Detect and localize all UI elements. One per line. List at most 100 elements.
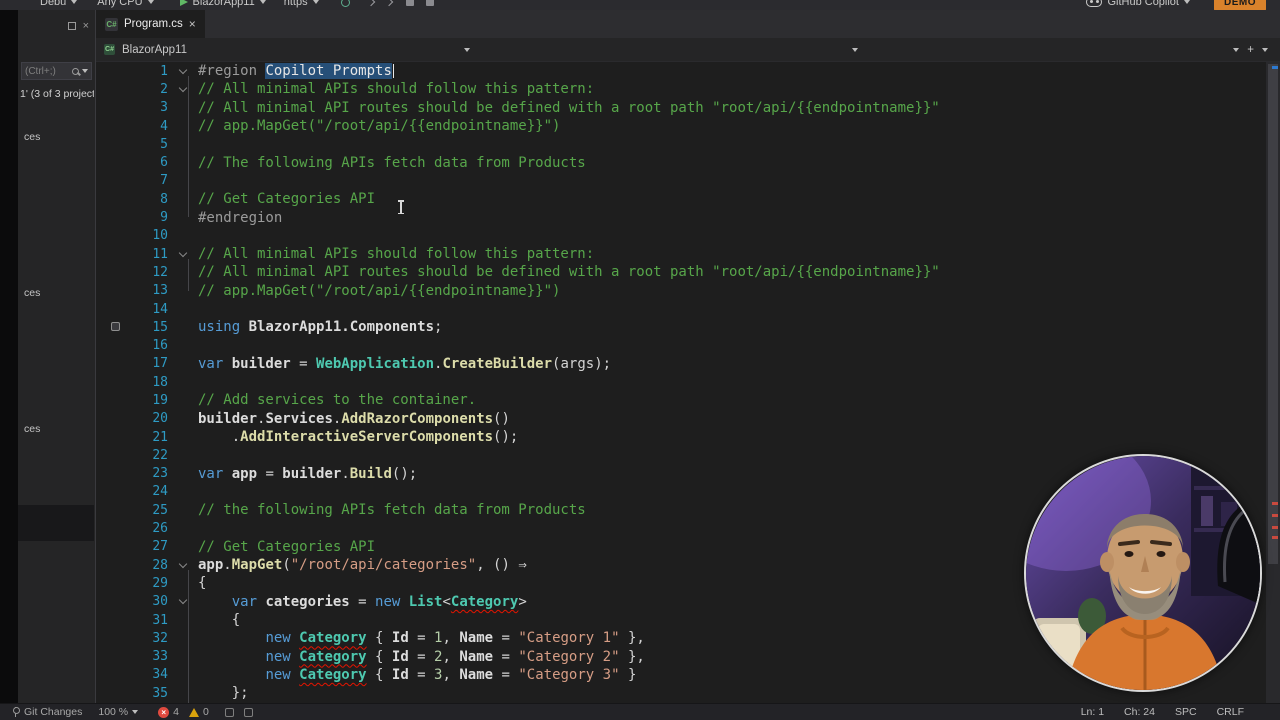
- line-number[interactable]: 19: [96, 393, 168, 408]
- code-line[interactable]: 1 #region Copilot Prompts: [96, 62, 1280, 80]
- type-dropdown[interactable]: [478, 38, 866, 61]
- eol-indicator[interactable]: CRLF: [1217, 706, 1244, 718]
- code-line[interactable]: 11 // All minimal APIs should follow this…: [96, 245, 1280, 263]
- code-line[interactable]: 7: [96, 172, 1280, 190]
- code-line[interactable]: 19 // Add services to the container.: [96, 391, 1280, 409]
- code-line[interactable]: 15 using BlazorApp11.Components;: [96, 318, 1280, 336]
- line-number[interactable]: 31: [96, 613, 168, 628]
- fold-chevron-icon[interactable]: [178, 65, 188, 74]
- line-number[interactable]: 16: [96, 338, 168, 353]
- demo-button[interactable]: DEMO: [1214, 0, 1266, 10]
- code-line[interactable]: 5: [96, 135, 1280, 153]
- code-line[interactable]: 3 // All minimal API routes should be def…: [96, 99, 1280, 117]
- line-number[interactable]: 23: [96, 466, 168, 481]
- github-copilot-button[interactable]: GitHub Copilot: [1086, 0, 1190, 8]
- code-line[interactable]: 35 };: [96, 684, 1280, 702]
- platform-dropdown[interactable]: Any CPU: [97, 0, 154, 8]
- line-number[interactable]: 7: [96, 173, 168, 188]
- line-number[interactable]: 14: [96, 302, 168, 317]
- line-number[interactable]: 30: [96, 594, 168, 609]
- code-line[interactable]: 21 .AddInteractiveServerComponents();: [96, 428, 1280, 446]
- line-number[interactable]: 17: [96, 356, 168, 371]
- tree-item[interactable]: ces: [24, 131, 40, 143]
- error-summary[interactable]: × 4: [158, 706, 179, 718]
- warning-summary[interactable]: 0: [189, 706, 209, 718]
- line-number[interactable]: 27: [96, 539, 168, 554]
- indent-indicator[interactable]: SPC: [1175, 706, 1197, 718]
- gutter-indicator-icon[interactable]: [111, 322, 120, 332]
- scrollbar-thumb[interactable]: [1268, 64, 1278, 564]
- add-view-icon[interactable]: +: [1247, 44, 1254, 56]
- pin-window-icon[interactable]: [67, 22, 76, 30]
- vertical-scrollbar[interactable]: [1266, 62, 1280, 703]
- code-line[interactable]: 4 // app.MapGet("/root/api/{{endpointname…: [96, 117, 1280, 135]
- fold-chevron-icon[interactable]: [178, 559, 188, 568]
- solution-search-input[interactable]: (Ctrl+;): [21, 62, 92, 80]
- code-line[interactable]: 10: [96, 227, 1280, 245]
- line-number[interactable]: 20: [96, 411, 168, 426]
- code-line[interactable]: 6 // The following APIs fetch data from P…: [96, 153, 1280, 171]
- member-dropdown[interactable]: [866, 38, 1247, 61]
- line-number[interactable]: 28: [96, 558, 168, 573]
- chevron-down-icon[interactable]: [1262, 47, 1268, 52]
- tree-item[interactable]: ces: [24, 423, 40, 435]
- line-number[interactable]: 35: [96, 686, 168, 701]
- code-line[interactable]: 13 // app.MapGet("/root/api/{{endpointnam…: [96, 282, 1280, 300]
- fold-chevron-icon[interactable]: [178, 83, 188, 93]
- line-number[interactable]: 10: [96, 228, 168, 243]
- code-line[interactable]: 18: [96, 373, 1280, 391]
- launch-profile-dropdown[interactable]: https: [284, 0, 319, 8]
- project-dropdown[interactable]: C# BlazorApp11: [96, 38, 478, 61]
- line-number[interactable]: 32: [96, 631, 168, 646]
- code-line[interactable]: 14: [96, 300, 1280, 318]
- step-over-icon[interactable]: [384, 0, 393, 7]
- stop-icon[interactable]: [405, 0, 414, 6]
- line-number[interactable]: 26: [96, 521, 168, 536]
- line-number[interactable]: 29: [96, 576, 168, 591]
- code-line[interactable]: 12 // All minimal API routes should be de…: [96, 263, 1280, 281]
- line-indicator[interactable]: Ln: 1: [1081, 706, 1104, 718]
- line-number[interactable]: 15: [96, 320, 168, 335]
- status-misc-icon[interactable]: [224, 707, 234, 717]
- code-line[interactable]: 20 builder.Services.AddRazorComponents(): [96, 410, 1280, 428]
- code-line[interactable]: 8 // Get Categories API: [96, 190, 1280, 208]
- line-number[interactable]: 8: [96, 192, 168, 207]
- step-into-icon[interactable]: [366, 0, 375, 7]
- line-number[interactable]: 22: [96, 448, 168, 463]
- line-number[interactable]: 18: [96, 375, 168, 390]
- code-line[interactable]: 16: [96, 336, 1280, 354]
- line-number[interactable]: 5: [96, 137, 168, 152]
- line-number[interactable]: 9: [96, 210, 168, 225]
- line-number[interactable]: 21: [96, 430, 168, 445]
- tree-selected-row[interactable]: [18, 505, 94, 541]
- debug-config-dropdown[interactable]: Debu: [40, 0, 78, 8]
- line-number[interactable]: 2: [96, 82, 168, 97]
- tab-program-cs[interactable]: C# Program.cs ×: [96, 10, 205, 38]
- line-number[interactable]: 33: [96, 649, 168, 664]
- code-line[interactable]: 9 #endregion: [96, 208, 1280, 226]
- git-changes-tab[interactable]: Git Changes: [10, 706, 82, 718]
- run-button[interactable]: BlazorApp11: [179, 0, 266, 8]
- solution-node[interactable]: 1' (3 of 3 project: [20, 88, 94, 100]
- tree-item[interactable]: ces: [24, 287, 40, 299]
- line-number[interactable]: 24: [96, 484, 168, 499]
- fold-chevron-icon[interactable]: [178, 248, 188, 257]
- line-number[interactable]: 25: [96, 503, 168, 518]
- hot-reload-icon[interactable]: [340, 0, 350, 7]
- code-line[interactable]: 17 var builder = WebApplication.CreateBui…: [96, 355, 1280, 373]
- line-number[interactable]: 13: [96, 283, 168, 298]
- column-indicator[interactable]: Ch: 24: [1124, 706, 1155, 718]
- line-number[interactable]: 12: [96, 265, 168, 280]
- close-panel-icon[interactable]: ×: [83, 20, 89, 32]
- close-tab-icon[interactable]: ×: [189, 18, 196, 30]
- code-line[interactable]: 2 // All minimal APIs should follow this …: [96, 80, 1280, 98]
- line-number[interactable]: 34: [96, 667, 168, 682]
- fold-chevron-icon[interactable]: [178, 596, 188, 605]
- status-misc-icon[interactable]: [243, 707, 253, 717]
- zoom-control[interactable]: 100 %: [98, 706, 139, 718]
- line-number[interactable]: 6: [96, 155, 168, 170]
- line-number[interactable]: 11: [96, 247, 168, 262]
- line-number[interactable]: 3: [96, 100, 168, 115]
- toolbar-misc-icon[interactable]: [425, 0, 434, 6]
- line-number[interactable]: 1: [96, 64, 168, 79]
